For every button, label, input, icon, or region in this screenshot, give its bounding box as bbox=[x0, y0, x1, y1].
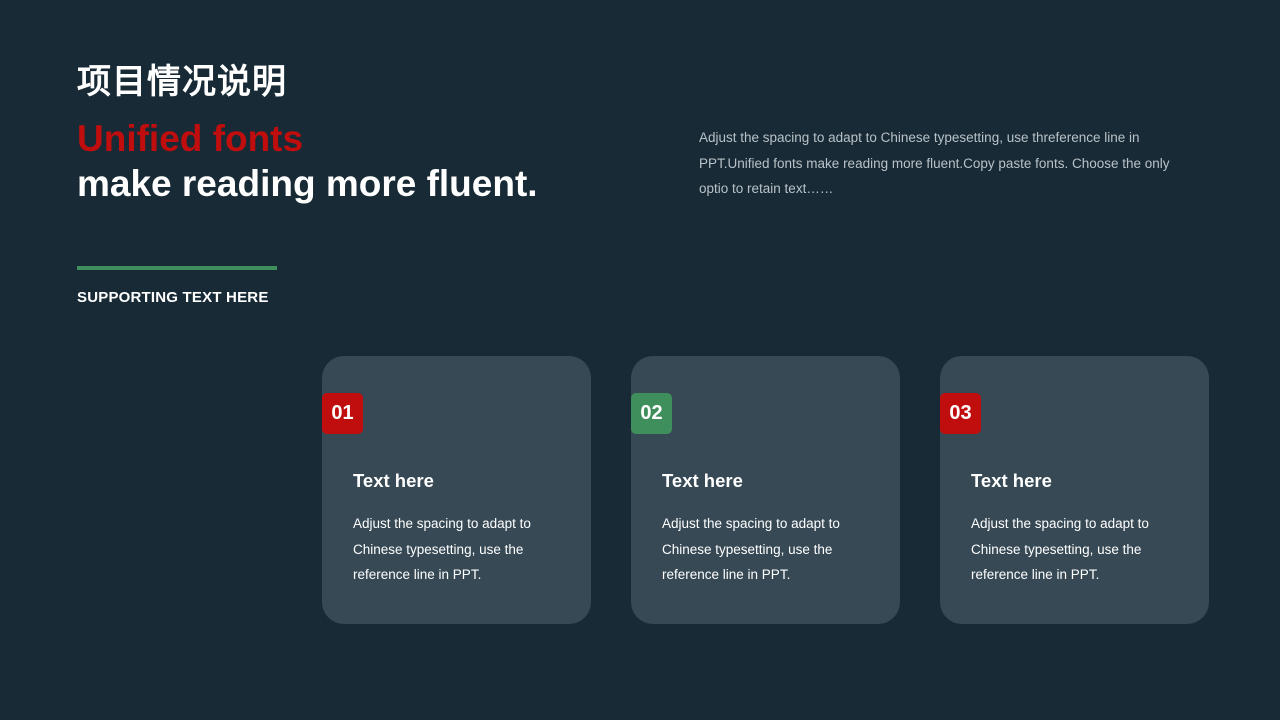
headline-accent: Unified fonts bbox=[77, 118, 304, 159]
card-body: Adjust the spacing to adapt to Chinese t… bbox=[353, 516, 531, 582]
card-2: 02 Text here Adjust the spacing to adapt… bbox=[631, 356, 900, 624]
card-1: 01 Text here Adjust the spacing to adapt… bbox=[322, 356, 591, 624]
card-body: Adjust the spacing to adapt to Chinese t… bbox=[662, 516, 840, 582]
card-title: Text here bbox=[971, 470, 1052, 491]
card-number-badge: 02 bbox=[631, 393, 672, 434]
card-title: Text here bbox=[662, 470, 743, 491]
divider-line bbox=[77, 266, 277, 270]
card-number-badge: 03 bbox=[940, 393, 981, 434]
headline: Unified fonts make reading more fluent. bbox=[77, 116, 538, 206]
headline-main: make reading more fluent. bbox=[77, 163, 538, 204]
slide: 项目情况说明 Unified fonts make reading more f… bbox=[0, 0, 1280, 720]
page-title: 项目情况说明 bbox=[77, 62, 287, 102]
card-body: Adjust the spacing to adapt to Chinese t… bbox=[971, 516, 1149, 582]
card-3: 03 Text here Adjust the spacing to adapt… bbox=[940, 356, 1209, 624]
supporting-text: SUPPORTING TEXT HERE bbox=[77, 289, 269, 306]
card-title: Text here bbox=[353, 470, 434, 491]
description-text: Adjust the spacing to adapt to Chinese t… bbox=[699, 130, 1170, 196]
card-number-badge: 01 bbox=[322, 393, 363, 434]
